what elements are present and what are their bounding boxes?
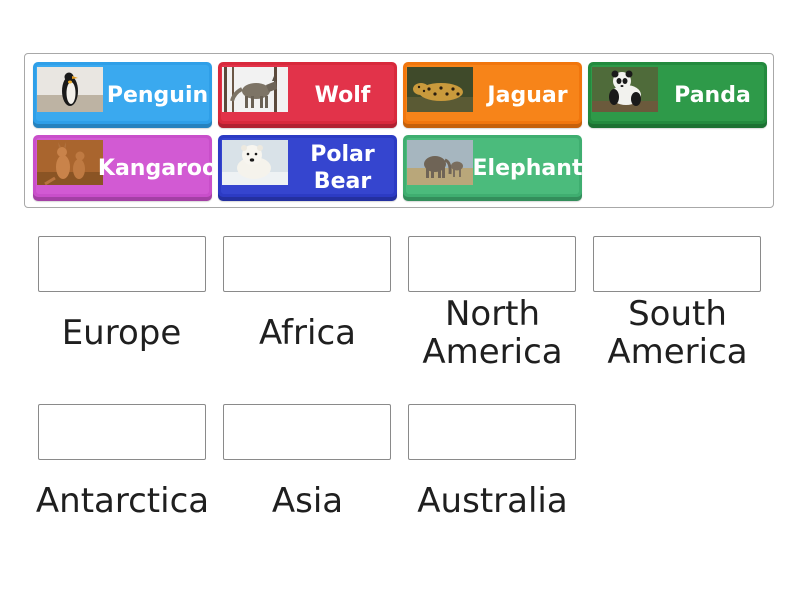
penguin-photo-icon: [37, 67, 103, 112]
drop-zone-north-america[interactable]: [408, 236, 576, 292]
drop-zone-antarctica[interactable]: [38, 404, 206, 460]
drop-zone-australia[interactable]: [408, 404, 576, 460]
drop-zone-africa[interactable]: [223, 236, 391, 292]
drop-zone-south-america[interactable]: [593, 236, 761, 292]
tile-label: Wolf: [314, 82, 371, 108]
tile-label: Kangaroo: [97, 155, 212, 181]
tile-label: Penguin: [106, 82, 209, 108]
category-label-asia: Asia: [271, 481, 344, 521]
category-label-australia: Australia: [417, 481, 568, 521]
tile-label: Elephant: [472, 155, 582, 181]
category-label-south-america: South America: [607, 294, 748, 372]
category-label-north-america: North America: [422, 294, 563, 372]
category-label-africa: Africa: [259, 313, 356, 353]
tile-elephant[interactable]: Elephant: [403, 135, 582, 201]
tile-label: Panda: [674, 82, 751, 108]
tile-label: Jaguar: [487, 82, 568, 108]
jaguar-photo-icon: [407, 67, 473, 112]
category-label-antarctica: Antarctica: [35, 481, 210, 521]
panda-photo-icon: [592, 67, 658, 112]
drop-zone-europe[interactable]: [38, 236, 206, 292]
polar-bear-photo-icon: [222, 140, 288, 185]
kangaroo-photo-icon: [37, 140, 103, 185]
tile-panda[interactable]: Panda: [588, 62, 767, 128]
tile-penguin[interactable]: Penguin: [33, 62, 212, 128]
category-label-europe: Europe: [61, 313, 182, 353]
tile-label: Polar Bear: [310, 142, 375, 194]
tile-jaguar[interactable]: Jaguar: [403, 62, 582, 128]
tile-polar-bear[interactable]: Polar Bear: [218, 135, 397, 201]
tile-kangaroo[interactable]: Kangaroo: [33, 135, 212, 201]
group-sort-activity: Penguin Wolf Jaguar Panda Kangaroo Polar…: [0, 0, 800, 600]
wolf-photo-icon: [222, 67, 288, 112]
elephant-photo-icon: [407, 140, 473, 185]
drop-zone-asia[interactable]: [223, 404, 391, 460]
tile-wolf[interactable]: Wolf: [218, 62, 397, 128]
